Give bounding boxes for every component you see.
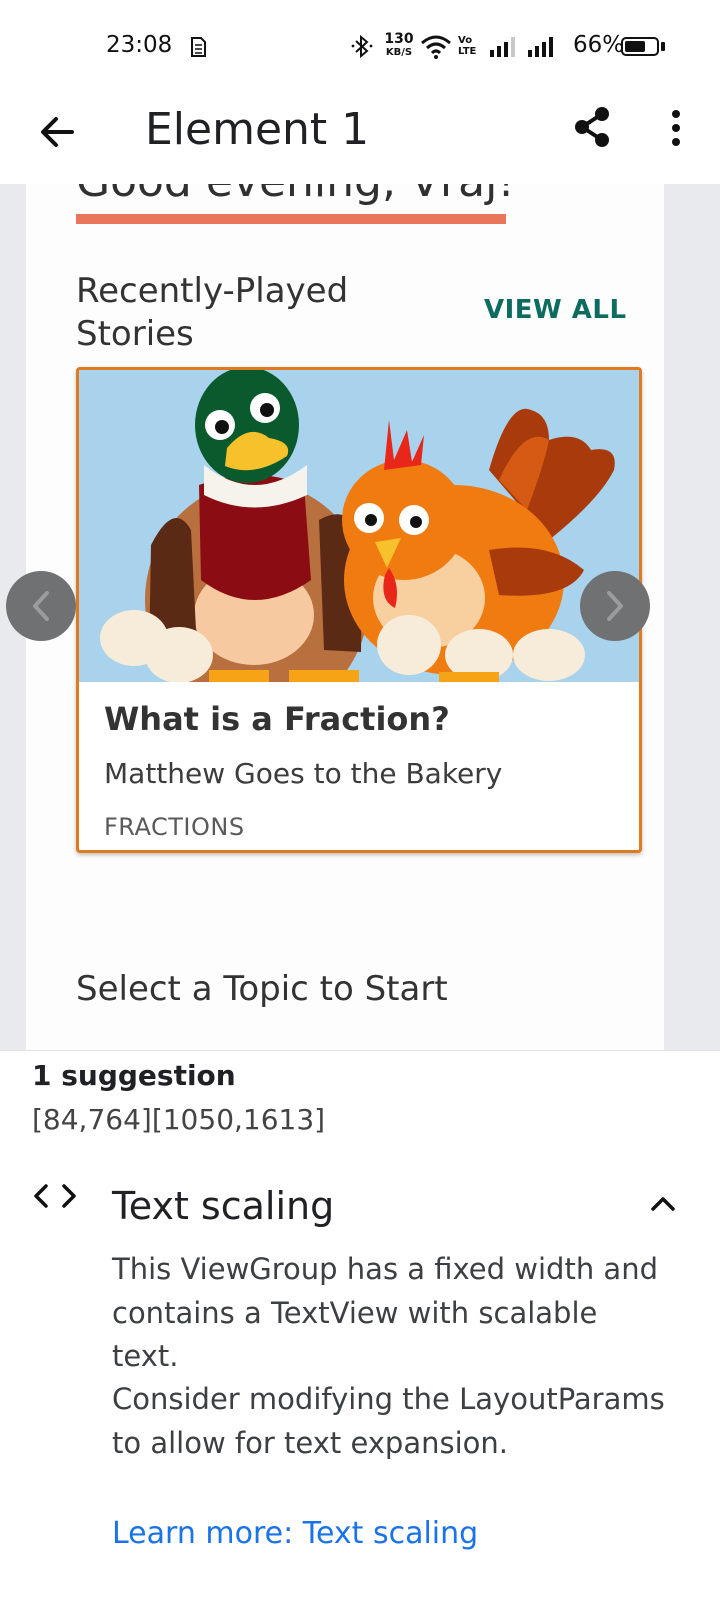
check-recommendation: Consider modifying the LayoutParams to a…	[112, 1382, 665, 1460]
battery-percent: 66%	[573, 32, 625, 58]
story-title: What is a Fraction?	[104, 700, 450, 738]
recently-played-title: Recently-Played Stories	[76, 271, 349, 354]
code-icon	[34, 1184, 76, 1208]
view-all-button[interactable]: VIEW ALL	[484, 295, 627, 325]
element-bounds: [84,764][1050,1613]	[32, 1103, 326, 1136]
battery-level	[625, 41, 645, 52]
greeting-underline	[76, 214, 506, 224]
check-description: This ViewGroup has a fixed width and con…	[112, 1252, 658, 1373]
carousel-prev-button[interactable]	[6, 571, 76, 641]
greeting-text: Good evening, Vraj!	[76, 184, 515, 206]
page-title: Element 1	[145, 104, 370, 155]
status-time: 23:08	[106, 32, 173, 58]
network-speed-value: 130	[384, 31, 414, 47]
more-vert-icon[interactable]	[660, 108, 692, 148]
story-thumbnail-image	[79, 370, 639, 682]
signal-icon	[528, 37, 553, 57]
chevron-up-icon[interactable]	[649, 1193, 677, 1213]
suggestions-panel: 1 suggestion [84,764][1050,1613] Text sc…	[0, 1050, 720, 1601]
network-speed: 130 KB/S	[384, 31, 414, 59]
select-topic-title: Select a Topic to Start	[76, 969, 448, 1009]
suggestion-count: 1 suggestion	[32, 1059, 236, 1092]
story-subtitle: Matthew Goes to the Bakery	[104, 757, 503, 790]
carousel-next-button[interactable]	[580, 571, 650, 641]
greeting-clip: Good evening, Vraj!	[76, 184, 636, 206]
story-card[interactable]: What is a Fraction? Matthew Goes to the …	[76, 367, 642, 853]
back-arrow-icon[interactable]	[36, 110, 80, 154]
share-icon[interactable]	[571, 106, 613, 148]
status-bar: 23:08 130 KB/S Vo LTE 66%	[0, 0, 720, 96]
network-speed-unit: KB/S	[385, 47, 413, 58]
battery-tip	[661, 42, 665, 51]
chevron-right-icon	[607, 591, 623, 621]
wifi-icon	[421, 35, 451, 59]
chevron-left-icon	[33, 591, 49, 621]
check-title[interactable]: Text scaling	[112, 1184, 334, 1228]
sim-icon	[191, 37, 206, 57]
battery-icon	[621, 37, 659, 56]
preview-content: Good evening, Vraj! Recently-Played Stor…	[26, 184, 664, 1050]
volte-label: Vo LTE	[458, 35, 477, 57]
signal-icon	[490, 37, 515, 57]
story-topic: FRACTIONS	[104, 813, 245, 841]
app-bar: Element 1	[0, 96, 720, 184]
layout-preview[interactable]: Good evening, Vraj! Recently-Played Stor…	[0, 184, 720, 1050]
bluetooth-icon	[351, 34, 373, 59]
learn-more-link[interactable]: Learn more: Text scaling	[112, 1516, 478, 1551]
